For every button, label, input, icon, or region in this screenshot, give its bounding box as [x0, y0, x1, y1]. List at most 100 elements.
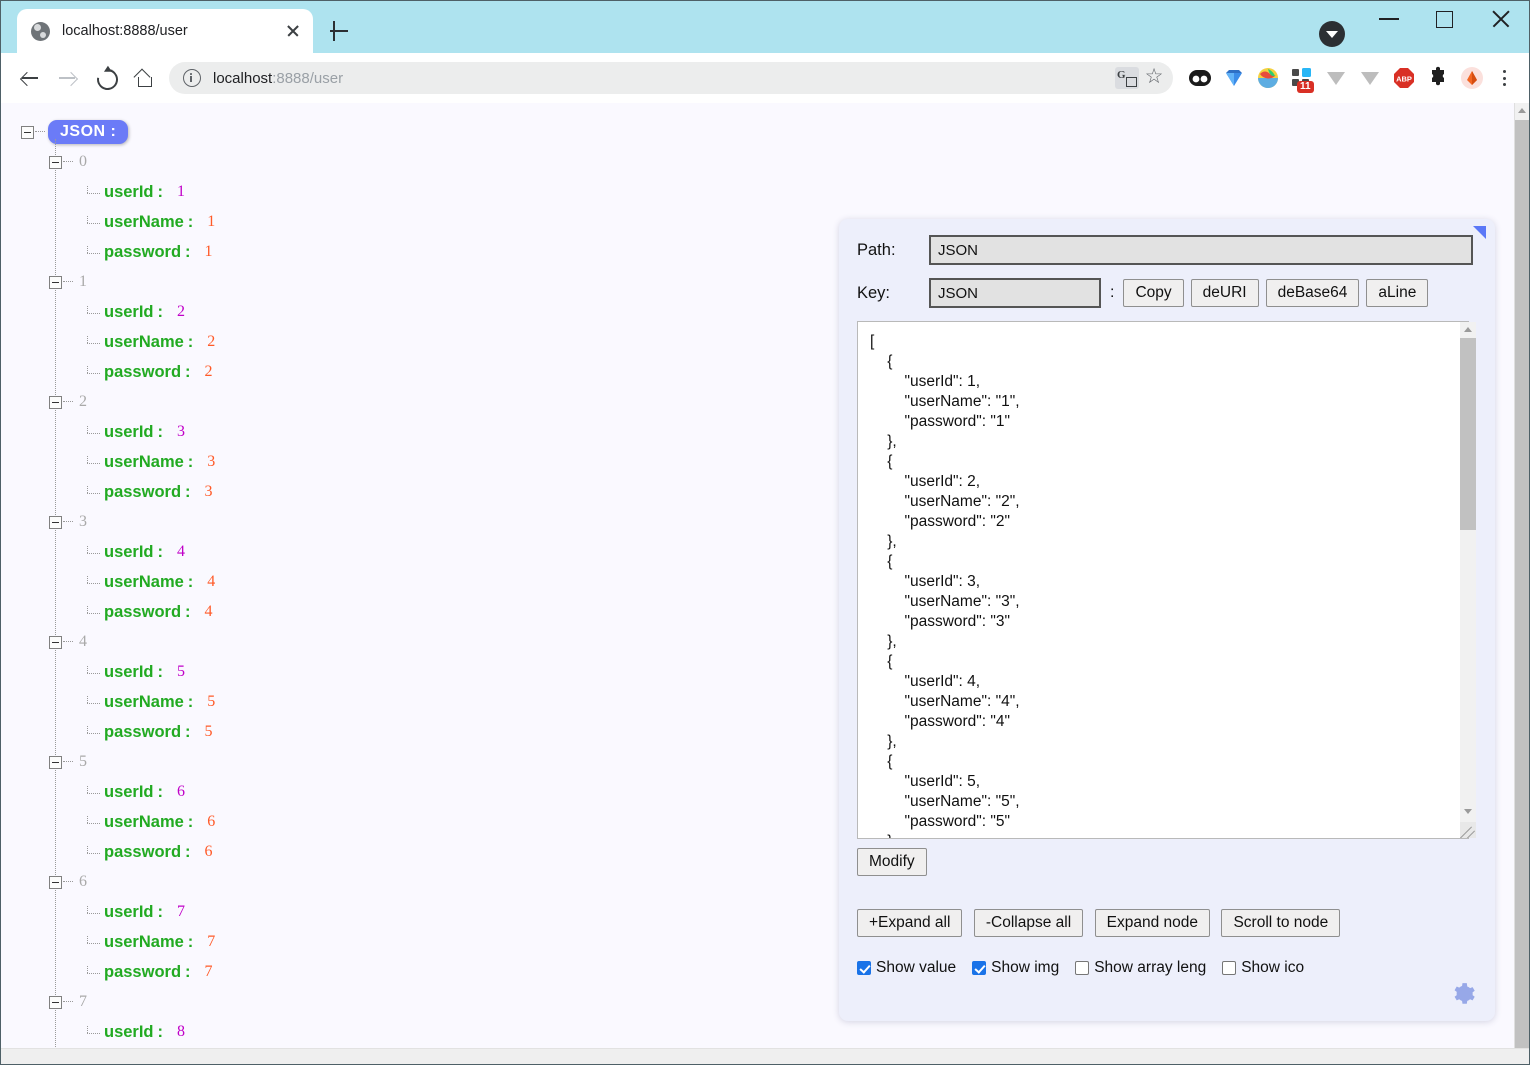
field-value[interactable]: 3 [177, 423, 185, 441]
node-collapse-toggle[interactable] [49, 755, 62, 769]
tree-field-row[interactable]: password:1 [84, 237, 215, 267]
checkbox-box[interactable] [1075, 961, 1090, 975]
aline-button[interactable]: aLine [1366, 279, 1429, 307]
textarea-resize-grip[interactable] [1460, 822, 1476, 838]
collapse-all-button[interactable]: -Collapse all [973, 909, 1084, 937]
tree-field-row[interactable]: userName:3 [84, 447, 215, 477]
forward-button[interactable] [49, 59, 87, 97]
field-value[interactable]: 1 [207, 213, 215, 231]
collapse-corner-icon[interactable] [1473, 226, 1486, 239]
node-collapse-toggle[interactable] [49, 635, 62, 649]
address-bar[interactable]: localhost:8888/user G ☆ [169, 62, 1173, 94]
field-value[interactable]: 2 [205, 363, 213, 381]
node-collapse-toggle[interactable] [49, 875, 62, 889]
tree-field-row[interactable]: userId:1 [84, 177, 215, 207]
deuri-button[interactable]: deURI [1190, 279, 1259, 307]
profile-avatar-icon[interactable] [1455, 61, 1489, 95]
tree-node-row[interactable]: 5 [49, 747, 215, 777]
tree-field-row[interactable]: password:7 [84, 957, 215, 987]
v-extension-icon[interactable] [1319, 61, 1353, 95]
field-value[interactable]: 2 [177, 303, 185, 321]
tab-close-icon[interactable] [281, 19, 305, 43]
option-checkbox[interactable]: Show value [857, 959, 956, 977]
browser-tab[interactable]: localhost:8888/user [17, 9, 313, 53]
tree-field-row[interactable]: userId:6 [84, 777, 215, 807]
tree-node-row[interactable]: 3 [49, 507, 215, 537]
field-value[interactable]: 3 [205, 483, 213, 501]
json-textarea-scrollbar[interactable] [1460, 322, 1476, 838]
translate-icon[interactable]: G [1115, 67, 1139, 89]
tree-node-row[interactable]: 0 [49, 147, 215, 177]
ublock-origin-icon[interactable] [1183, 61, 1217, 95]
tree-field-row[interactable]: password:6 [84, 837, 215, 867]
tree-field-row[interactable]: userId:4 [84, 537, 215, 567]
tree-field-row[interactable]: userName:6 [84, 807, 215, 837]
tree-field-row[interactable]: password:2 [84, 357, 215, 387]
json-textarea[interactable]: [ { "userId": 1, "userName": "1", "passw… [857, 321, 1469, 839]
minimize-button[interactable] [1361, 1, 1417, 35]
tree-field-row[interactable]: password:5 [84, 717, 215, 747]
page-horizontal-scrollbar[interactable] [1, 1048, 1529, 1064]
maximize-button[interactable] [1417, 1, 1473, 35]
option-checkbox[interactable]: Show ico [1222, 959, 1304, 977]
field-value[interactable]: 5 [207, 693, 215, 711]
node-collapse-toggle[interactable] [49, 155, 62, 169]
close-window-button[interactable] [1473, 1, 1529, 35]
option-checkbox[interactable]: Show array leng [1075, 959, 1206, 977]
back-button[interactable] [11, 59, 49, 97]
node-collapse-toggle[interactable] [49, 275, 62, 289]
gear-icon[interactable] [1451, 981, 1477, 1007]
field-value[interactable]: 6 [207, 813, 215, 831]
field-value[interactable]: 4 [205, 603, 213, 621]
copy-button[interactable]: Copy [1123, 279, 1184, 307]
field-value[interactable]: 2 [207, 333, 215, 351]
tree-field-row[interactable]: userName:7 [84, 927, 215, 957]
diamond-extension-icon[interactable] [1217, 61, 1251, 95]
field-value[interactable]: 8 [177, 1023, 185, 1041]
tree-node-row[interactable]: 1 [49, 267, 215, 297]
debase64-button[interactable]: deBase64 [1265, 279, 1360, 307]
home-button[interactable] [125, 59, 163, 97]
browser-menu-button[interactable] [1489, 61, 1519, 95]
tree-node-row[interactable]: 4 [49, 627, 215, 657]
page-scroll-up-icon[interactable] [1518, 108, 1526, 113]
tree-field-row[interactable]: userId:5 [84, 657, 215, 687]
checkbox-box[interactable] [857, 961, 871, 975]
node-collapse-toggle[interactable] [49, 515, 62, 529]
tree-field-row[interactable]: userName:4 [84, 567, 215, 597]
puzzle-extensions-icon[interactable] [1421, 61, 1455, 95]
tree-field-row[interactable]: userName:1 [84, 207, 215, 237]
json-root-label[interactable]: JSON : [48, 120, 129, 144]
field-value[interactable]: 7 [205, 963, 213, 981]
key-input[interactable] [929, 278, 1101, 308]
scroll-to-node-button[interactable]: Scroll to node [1221, 909, 1341, 937]
field-value[interactable]: 7 [207, 933, 215, 951]
path-input[interactable] [929, 235, 1473, 265]
tab-search-icon[interactable] [1319, 21, 1345, 47]
field-value[interactable]: 6 [205, 843, 213, 861]
tree-field-row[interactable]: userId:3 [84, 417, 215, 447]
expand-node-button[interactable]: Expand node [1094, 909, 1210, 937]
site-info-icon[interactable] [183, 69, 201, 87]
page-scrollbar-thumb[interactable] [1515, 120, 1529, 1050]
tree-field-row[interactable]: userId:8 [84, 1017, 215, 1047]
tree-node-row[interactable]: 7 [49, 987, 215, 1017]
node-collapse-toggle[interactable] [49, 995, 62, 1009]
tree-field-row[interactable]: userId:2 [84, 297, 215, 327]
page-vertical-scrollbar[interactable] [1514, 103, 1529, 1050]
bookmark-star-icon[interactable]: ☆ [1143, 66, 1165, 89]
tree-node-row[interactable]: 6 [49, 867, 215, 897]
field-value[interactable]: 5 [177, 663, 185, 681]
tree-field-row[interactable]: userId:7 [84, 897, 215, 927]
scroll-up-arrow-icon[interactable] [1463, 327, 1472, 332]
field-value[interactable]: 6 [177, 783, 185, 801]
field-value[interactable]: 1 [177, 183, 185, 201]
adblock-plus-icon[interactable]: ABP [1387, 61, 1421, 95]
node-collapse-toggle[interactable] [49, 395, 62, 409]
expand-all-button[interactable]: +Expand all [857, 909, 963, 937]
blocks-extension-icon[interactable]: 11 [1285, 61, 1319, 95]
field-value[interactable]: 3 [207, 453, 215, 471]
field-value[interactable]: 4 [177, 543, 185, 561]
field-value[interactable]: 7 [177, 903, 185, 921]
option-checkbox[interactable]: Show img [972, 959, 1059, 977]
